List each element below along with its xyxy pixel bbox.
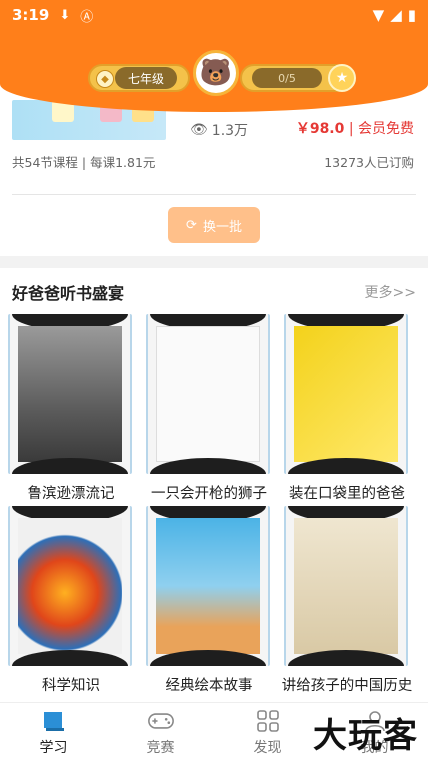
book-item[interactable]: 经典绘本故事 bbox=[146, 506, 274, 695]
grid-icon bbox=[255, 709, 281, 733]
price-separator: | bbox=[348, 121, 358, 137]
price-value: ￥98.0 bbox=[295, 121, 345, 137]
book-title: 一只会开枪的狮子 bbox=[151, 486, 267, 502]
nav-competition[interactable]: 竞赛 bbox=[107, 703, 214, 762]
level-bar: ◆ 七年级 🐻 0/5 ★ bbox=[88, 50, 356, 96]
progress-text: 0/5 bbox=[252, 68, 322, 88]
book-title: 讲给孩子的中国历史 bbox=[281, 678, 413, 694]
nav-discover[interactable]: 发现 bbox=[214, 703, 321, 762]
diamond-icon: ◆ bbox=[96, 70, 114, 88]
signal-icon: ◢ bbox=[390, 6, 402, 24]
book-cover[interactable] bbox=[284, 314, 408, 474]
grade-label: 七年级 bbox=[115, 67, 177, 89]
refresh-button[interactable]: ⟳ 换一批 bbox=[168, 207, 260, 243]
status-time: 3:19 bbox=[12, 6, 50, 24]
book-cover[interactable] bbox=[146, 506, 270, 666]
eye-icon: 👁 bbox=[190, 122, 208, 138]
book-item[interactable]: 科学知识 bbox=[8, 506, 136, 695]
bear-avatar-icon[interactable]: 🐻 bbox=[193, 50, 239, 96]
cover-art bbox=[294, 326, 398, 462]
a-icon: Ⓐ bbox=[80, 9, 94, 25]
book-title: 装在口袋里的爸爸 bbox=[289, 486, 405, 502]
book-item[interactable]: 讲给孩子的中国历史 bbox=[282, 506, 412, 695]
nav-discover-label: 发现 bbox=[253, 739, 282, 756]
book-title: 经典绘本故事 bbox=[165, 678, 253, 694]
book-cover[interactable] bbox=[146, 314, 270, 474]
price-info: ￥98.0 | 会员免费 bbox=[296, 118, 414, 138]
subscriber-count: 13273人已订购 bbox=[324, 155, 414, 170]
lessons-info: 共54节课程 | 每课1.81元 bbox=[12, 155, 156, 170]
book-item[interactable]: 鲁滨逊漂流记 bbox=[8, 314, 136, 503]
section-title: 好爸爸听书盛宴 bbox=[12, 284, 125, 303]
star-badge-icon[interactable]: ★ bbox=[328, 64, 356, 92]
header: 3:19 ⬇ Ⓐ ▼ ◢ ▮ ◆ 七年级 🐻 0/5 ★ bbox=[0, 0, 428, 112]
audiobook-section: 好爸爸听书盛宴 更多>> 鲁滨逊漂流记 一只会开枪的狮子 装在口袋里的爸爸 科学… bbox=[0, 268, 428, 702]
cover-art bbox=[18, 326, 122, 462]
cover-art bbox=[156, 326, 260, 462]
nav-study-label: 学习 bbox=[39, 739, 68, 756]
status-bar: 3:19 ⬇ Ⓐ ▼ ◢ ▮ bbox=[0, 0, 428, 30]
book-title: 科学知识 bbox=[42, 678, 100, 694]
nav-competition-label: 竞赛 bbox=[146, 739, 175, 756]
gamepad-icon bbox=[147, 709, 174, 733]
wifi-icon: ▼ bbox=[372, 6, 385, 24]
download-icon: ⬇ bbox=[59, 7, 71, 23]
divider bbox=[12, 194, 416, 195]
book-icon bbox=[41, 709, 67, 733]
book-cover[interactable] bbox=[284, 506, 408, 666]
cover-art bbox=[18, 518, 122, 654]
book-title: 鲁滨逊漂流记 bbox=[27, 486, 115, 502]
cover-art bbox=[156, 518, 260, 654]
book-cover[interactable] bbox=[8, 506, 132, 666]
cover-art bbox=[294, 518, 398, 654]
book-item[interactable]: 一只会开枪的狮子 bbox=[146, 314, 274, 503]
book-item[interactable]: 装在口袋里的爸爸 bbox=[284, 314, 412, 503]
refresh-icon: ⟳ bbox=[186, 217, 197, 233]
more-link[interactable]: 更多>> bbox=[365, 282, 416, 302]
refresh-label: 换一批 bbox=[202, 219, 242, 235]
grade-selector[interactable]: ◆ 七年级 bbox=[88, 64, 190, 92]
nav-study[interactable]: 学习 bbox=[0, 703, 107, 762]
member-free-label: 会员免费 bbox=[358, 121, 414, 137]
view-count: 👁 1.3万 bbox=[190, 120, 248, 140]
view-count-text: 1.3万 bbox=[211, 123, 249, 139]
watermark-logo: 大玩客 bbox=[313, 716, 418, 756]
book-cover[interactable] bbox=[8, 314, 132, 474]
battery-icon: ▮ bbox=[407, 6, 416, 24]
